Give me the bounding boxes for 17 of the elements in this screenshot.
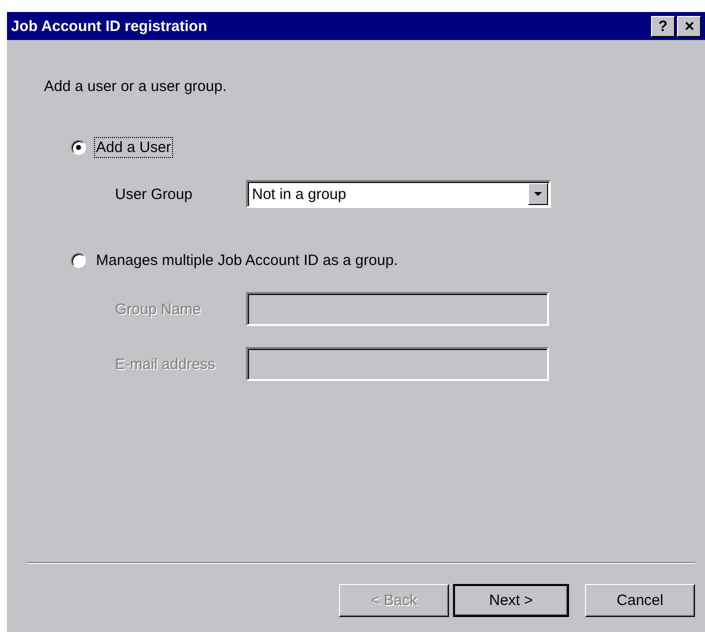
field-label: E-mail address [115,356,216,372]
close-icon [684,22,694,30]
radio-label[interactable]: Add a User [94,137,174,158]
dialog-button[interactable]: Cancel [585,584,695,617]
field-label: User Group [115,186,194,202]
radio-button[interactable] [71,140,86,155]
help-button[interactable]: ? [651,16,675,36]
dialog-button[interactable]: Next > [453,584,569,617]
close-button[interactable] [677,16,701,36]
caret-icon [534,192,542,196]
radio-label[interactable]: Manages multiple Job Account ID as a group. [94,250,400,271]
field-label: Group Name [115,300,202,318]
window-title: Job Account ID registration [11,18,208,34]
instruction-text: Add a user or a user group. [44,78,228,95]
dropdown[interactable]: Not in a group [246,180,551,208]
radio-button[interactable] [71,253,86,268]
dropdown-arrow-button[interactable] [528,183,548,205]
